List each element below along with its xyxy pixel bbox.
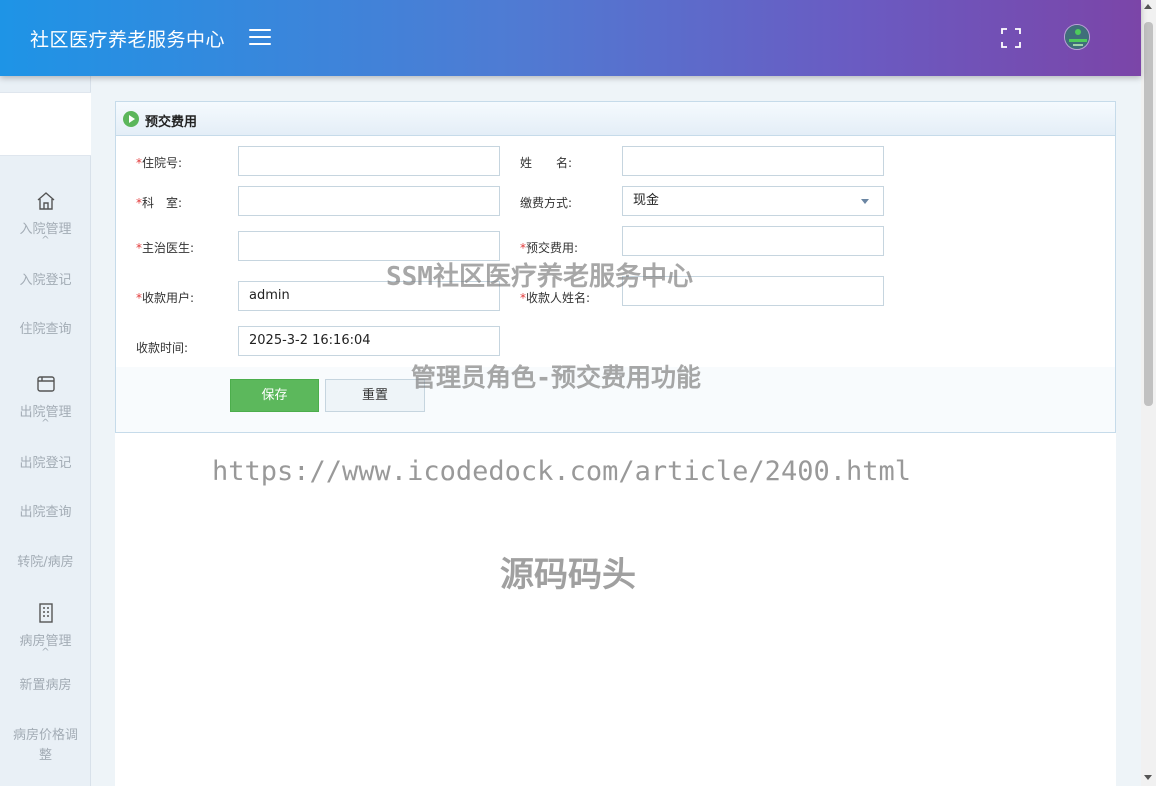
sidebar-item-admission-register[interactable]: 入院登记 [0,271,91,291]
panel-title: 预交费用 [145,115,198,130]
prepaid-fee-panel: 预交费用 *住院号: 姓 名: *科 室: 缴费方式: 现金 *主治医生: *预… [115,101,1116,433]
payment-method-value: 现金 [633,193,660,208]
department-label: *科 室: [136,196,183,210]
building-icon [38,603,53,623]
admission-no-input[interactable] [238,146,500,176]
admission-no-label: *住院号: [136,156,183,170]
reset-button[interactable]: 重置 [325,379,425,412]
scroll-down-arrow-icon[interactable] [1144,775,1152,780]
sidebar-item-transfer-ward[interactable]: 转院/病房 [0,553,91,573]
play-circle-icon [123,111,139,127]
vertical-scrollbar[interactable] [1141,0,1156,786]
prepaid-fee-input[interactable] [622,226,884,256]
payment-method-select[interactable]: 现金 [622,186,884,216]
save-button[interactable]: 保存 [230,379,319,412]
payee-name-input[interactable] [622,276,884,306]
name-input[interactable] [622,146,884,176]
sidebar: 入院管理 ^ 入院登记 住院查询 出院管理 ^ 出院登记 出院查询 转院/病房 … [0,76,91,786]
sidebar-top-panel [0,92,91,156]
doctor-input[interactable] [238,231,500,261]
payee-user-input[interactable]: admin [238,281,500,311]
fullscreen-icon[interactable] [1000,27,1022,49]
sidebar-item-ward-price[interactable]: 病房价格调整 [0,726,91,766]
sidebar-group-ward[interactable]: 病房管理 ^ [0,602,91,658]
chevron-up-icon: ^ [41,418,50,429]
payee-name-label: *收款人姓名: [520,291,591,305]
sidebar-item-discharge-register[interactable]: 出院登记 [0,454,91,474]
chevron-up-icon: ^ [41,647,50,658]
sidebar-item-discharge-query[interactable]: 出院查询 [0,503,91,523]
top-header: 社区医疗养老服务中心 [0,0,1141,76]
prepaid-fee-label: *预交费用: [520,241,579,255]
avatar[interactable] [1064,24,1090,50]
payment-time-label: 收款时间: [136,341,189,355]
doctor-label: *主治医生: [136,241,195,255]
scroll-up-arrow-icon[interactable] [1144,4,1152,9]
main-content: 预交费用 *住院号: 姓 名: *科 室: 缴费方式: 现金 *主治医生: *预… [115,101,1116,786]
hamburger-icon[interactable] [249,29,271,47]
chevron-up-icon: ^ [41,235,50,246]
panel-header: 预交费用 [116,102,1115,136]
payment-time-input[interactable]: 2025-3-2 16:16:04 [238,326,500,356]
sidebar-group-admission[interactable]: 入院管理 ^ [0,190,91,246]
payment-method-label: 缴费方式: [520,196,573,210]
department-input[interactable] [238,186,500,216]
scroll-thumb[interactable] [1144,22,1153,406]
sidebar-item-new-ward[interactable]: 新置病房 [0,676,91,696]
chevron-down-icon [861,199,869,204]
app-title: 社区医疗养老服务中心 [30,29,226,51]
name-label: 姓 名: [520,156,573,170]
home-icon [37,192,54,210]
sidebar-group-discharge[interactable]: 出院管理 ^ [0,373,91,429]
sidebar-item-inpatient-query[interactable]: 住院查询 [0,320,91,340]
window-icon [36,376,55,392]
payee-user-label: *收款用户: [136,291,195,305]
